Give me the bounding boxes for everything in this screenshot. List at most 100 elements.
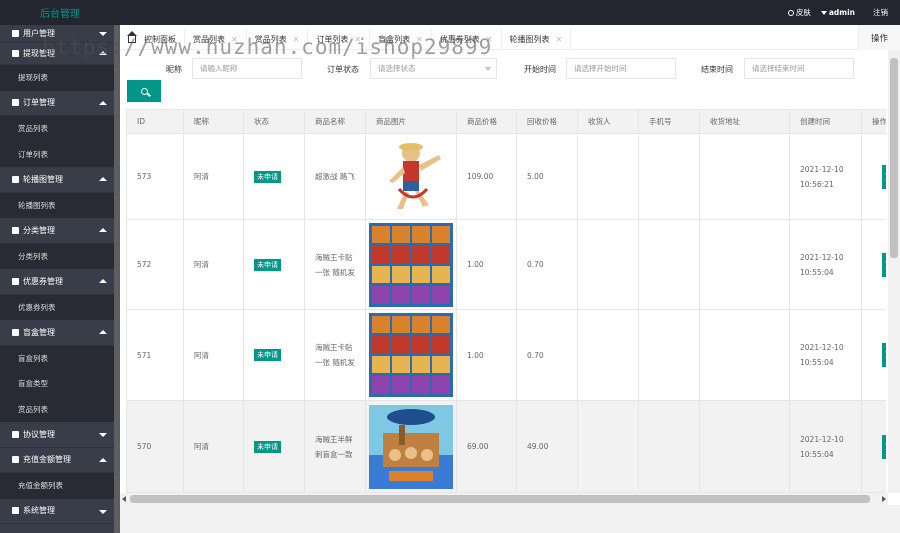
sidebar-item-blindbox-list[interactable]: 盲盒列表 <box>0 345 114 371</box>
cell-product-name: 海贼王半鲜 刺盲盒一款 <box>304 400 366 493</box>
cell-id: 572 <box>126 219 184 310</box>
sidebar-item-carousel-list[interactable]: 轮播图列表 <box>0 192 114 218</box>
close-icon[interactable]: ✕ <box>556 35 563 44</box>
product-image[interactable] <box>369 222 453 307</box>
horizontal-scrollbar[interactable] <box>120 493 888 505</box>
close-icon[interactable]: ✕ <box>416 35 423 44</box>
sidebar-item-category-list[interactable]: 分类列表 <box>0 243 114 269</box>
tab-operations-button[interactable]: 操作 <box>858 25 900 50</box>
created-time: 10:55:04 <box>800 358 834 367</box>
grid-icon <box>12 328 19 336</box>
scroll-right-icon[interactable] <box>882 496 886 502</box>
cell-receiver <box>577 309 639 401</box>
sidebar-group-coupon[interactable]: 优惠券管理 <box>0 269 114 295</box>
tab-coupon-list[interactable]: 优惠券列表 ✕ <box>432 29 502 49</box>
home-icon <box>127 30 137 43</box>
ship-button[interactable]: 发货 <box>882 164 886 189</box>
product-image[interactable] <box>369 404 453 489</box>
col-id: ID <box>126 109 184 134</box>
created-date: 2021-12-10 <box>800 434 844 444</box>
table-row: 573 阿清 未申请 超激战 路飞 109.00 5.00 2021-12-10… <box>126 133 886 220</box>
user-icon <box>12 30 19 37</box>
close-icon[interactable]: ✕ <box>354 35 361 44</box>
nickname-label: 昵称 <box>166 65 182 74</box>
tab-prize-list-2[interactable]: 赏品列表 ✕ <box>247 29 309 49</box>
sidebar-group-user[interactable]: 用户管理 <box>0 25 114 43</box>
sidebar-item-order-list[interactable]: 订单列表 <box>0 141 114 167</box>
order-status-placeholder: 请选择状态 <box>378 64 416 73</box>
search-button[interactable] <box>127 80 161 102</box>
table-row: 572 阿清 未申请 海贼王卡贴 一张 随机发 1.00 0.70 2021-1… <box>126 219 886 310</box>
product-image[interactable] <box>369 134 453 219</box>
tab-dashboard[interactable]: 控制面板 <box>120 29 185 49</box>
status-badge: 未申请 <box>254 440 281 453</box>
close-icon[interactable]: ✕ <box>486 35 493 44</box>
vertical-scrollbar[interactable] <box>888 50 900 493</box>
tab-order-list[interactable]: 订单列表 ✕ <box>308 29 371 49</box>
close-icon[interactable]: ✕ <box>231 35 238 44</box>
created-date: 2021-12-10 <box>800 343 844 352</box>
sidebar-item-coupon-list[interactable]: 优惠券列表 <box>0 294 114 320</box>
cell-action: 发货 <box>861 133 886 220</box>
cell-id: 573 <box>126 133 184 220</box>
start-time-input[interactable]: 请选择开始时间 <box>566 58 676 79</box>
ship-button[interactable]: 发货 <box>882 343 886 367</box>
chevron-up-icon <box>99 100 107 105</box>
cell-action: 发货 <box>861 400 886 493</box>
order-status-select[interactable]: 请选择状态 <box>370 58 497 79</box>
vertical-scroll-thumb[interactable] <box>890 58 898 258</box>
sidebar-group-carousel[interactable]: 轮播图管理 <box>0 167 114 193</box>
ship-button[interactable]: 发货 <box>882 252 886 277</box>
sidebar-group-category[interactable]: 分类管理 <box>0 218 114 244</box>
tab-label: 优惠券列表 <box>439 34 480 44</box>
tab-prize-list[interactable]: 赏品列表 ✕ <box>185 29 247 49</box>
sidebar-item-blindbox-type[interactable]: 盲盒类型 <box>0 371 114 397</box>
scroll-left-icon[interactable] <box>122 496 126 502</box>
sidebar-item-recharge-list[interactable]: 充值金额列表 <box>0 473 114 499</box>
sidebar-item-prize-list[interactable]: 赏品列表 <box>0 116 114 142</box>
cell-receiver <box>577 133 639 220</box>
logout-link[interactable]: 注销 <box>873 7 888 18</box>
col-action: 操作 <box>861 109 886 134</box>
tab-blindbox-list[interactable]: 盲盒列表 ✕ <box>370 29 432 49</box>
end-time-input[interactable]: 请选择结束时间 <box>744 58 854 79</box>
nickname-input[interactable]: 请输入昵称 <box>192 58 302 79</box>
sidebar-group-withdraw[interactable]: 提现管理 <box>0 43 114 65</box>
user-name: admin <box>828 8 855 17</box>
tag-icon <box>12 226 19 234</box>
col-product-name: 商品名称 <box>304 109 366 134</box>
cell-price: 1.00 <box>456 219 517 310</box>
sidebar-group-recharge[interactable]: 充值金额管理 <box>0 447 114 473</box>
sidebar-group-orders[interactable]: 订单管理 <box>0 90 114 116</box>
cell-created: 2021-12-10 10:55:04 <box>789 309 862 401</box>
sidebar-group-label: 用户管理 <box>23 29 55 38</box>
sidebar-item-withdraw-list[interactable]: 提现列表 <box>0 65 114 91</box>
cell-phone <box>638 133 700 220</box>
shield-icon <box>12 50 19 57</box>
user-menu[interactable]: admin <box>820 8 855 17</box>
skin-menu[interactable]: 皮肤 <box>787 7 811 18</box>
col-recycle-price: 回收价格 <box>516 109 578 134</box>
cell-action: 发货 <box>861 219 886 310</box>
cell-recycle-price: 0.70 <box>516 309 578 401</box>
sidebar-group-agreement[interactable]: 协议管理 <box>0 422 114 448</box>
ship-button[interactable]: 发货 <box>882 434 886 459</box>
chevron-up-icon <box>99 177 107 181</box>
cell-phone <box>638 309 700 401</box>
sidebar-group-label: 分类管理 <box>23 225 55 235</box>
sidebar: 用户管理 提现管理 提现列表 订单管理 赏品列表 订单列表 轮播图管理 轮播图列… <box>0 25 114 533</box>
product-image[interactable] <box>369 313 453 397</box>
doc-icon <box>12 430 19 438</box>
sidebar-group-blindbox[interactable]: 盲盒管理 <box>0 320 114 346</box>
tab-carousel-list[interactable]: 轮播图列表 ✕ <box>502 29 572 49</box>
tab-bar: 控制面板 赏品列表 ✕ 赏品列表 ✕ 订单列表 ✕ 盲盒列表 ✕ 优惠券列表 ✕… <box>120 25 900 50</box>
horizontal-scroll-thumb[interactable] <box>130 495 870 503</box>
sidebar-item-prize-list-2[interactable]: 赏品列表 <box>0 396 114 422</box>
cell-product-image <box>365 309 457 401</box>
sidebar-group-system[interactable]: 系统管理 <box>0 498 114 524</box>
close-icon[interactable]: ✕ <box>293 35 300 44</box>
start-time-label: 开始时间 <box>524 65 556 74</box>
cell-product-image <box>365 400 457 493</box>
product-name-line2: 一张 随机发 <box>315 358 355 367</box>
gear-icon <box>12 507 19 515</box>
